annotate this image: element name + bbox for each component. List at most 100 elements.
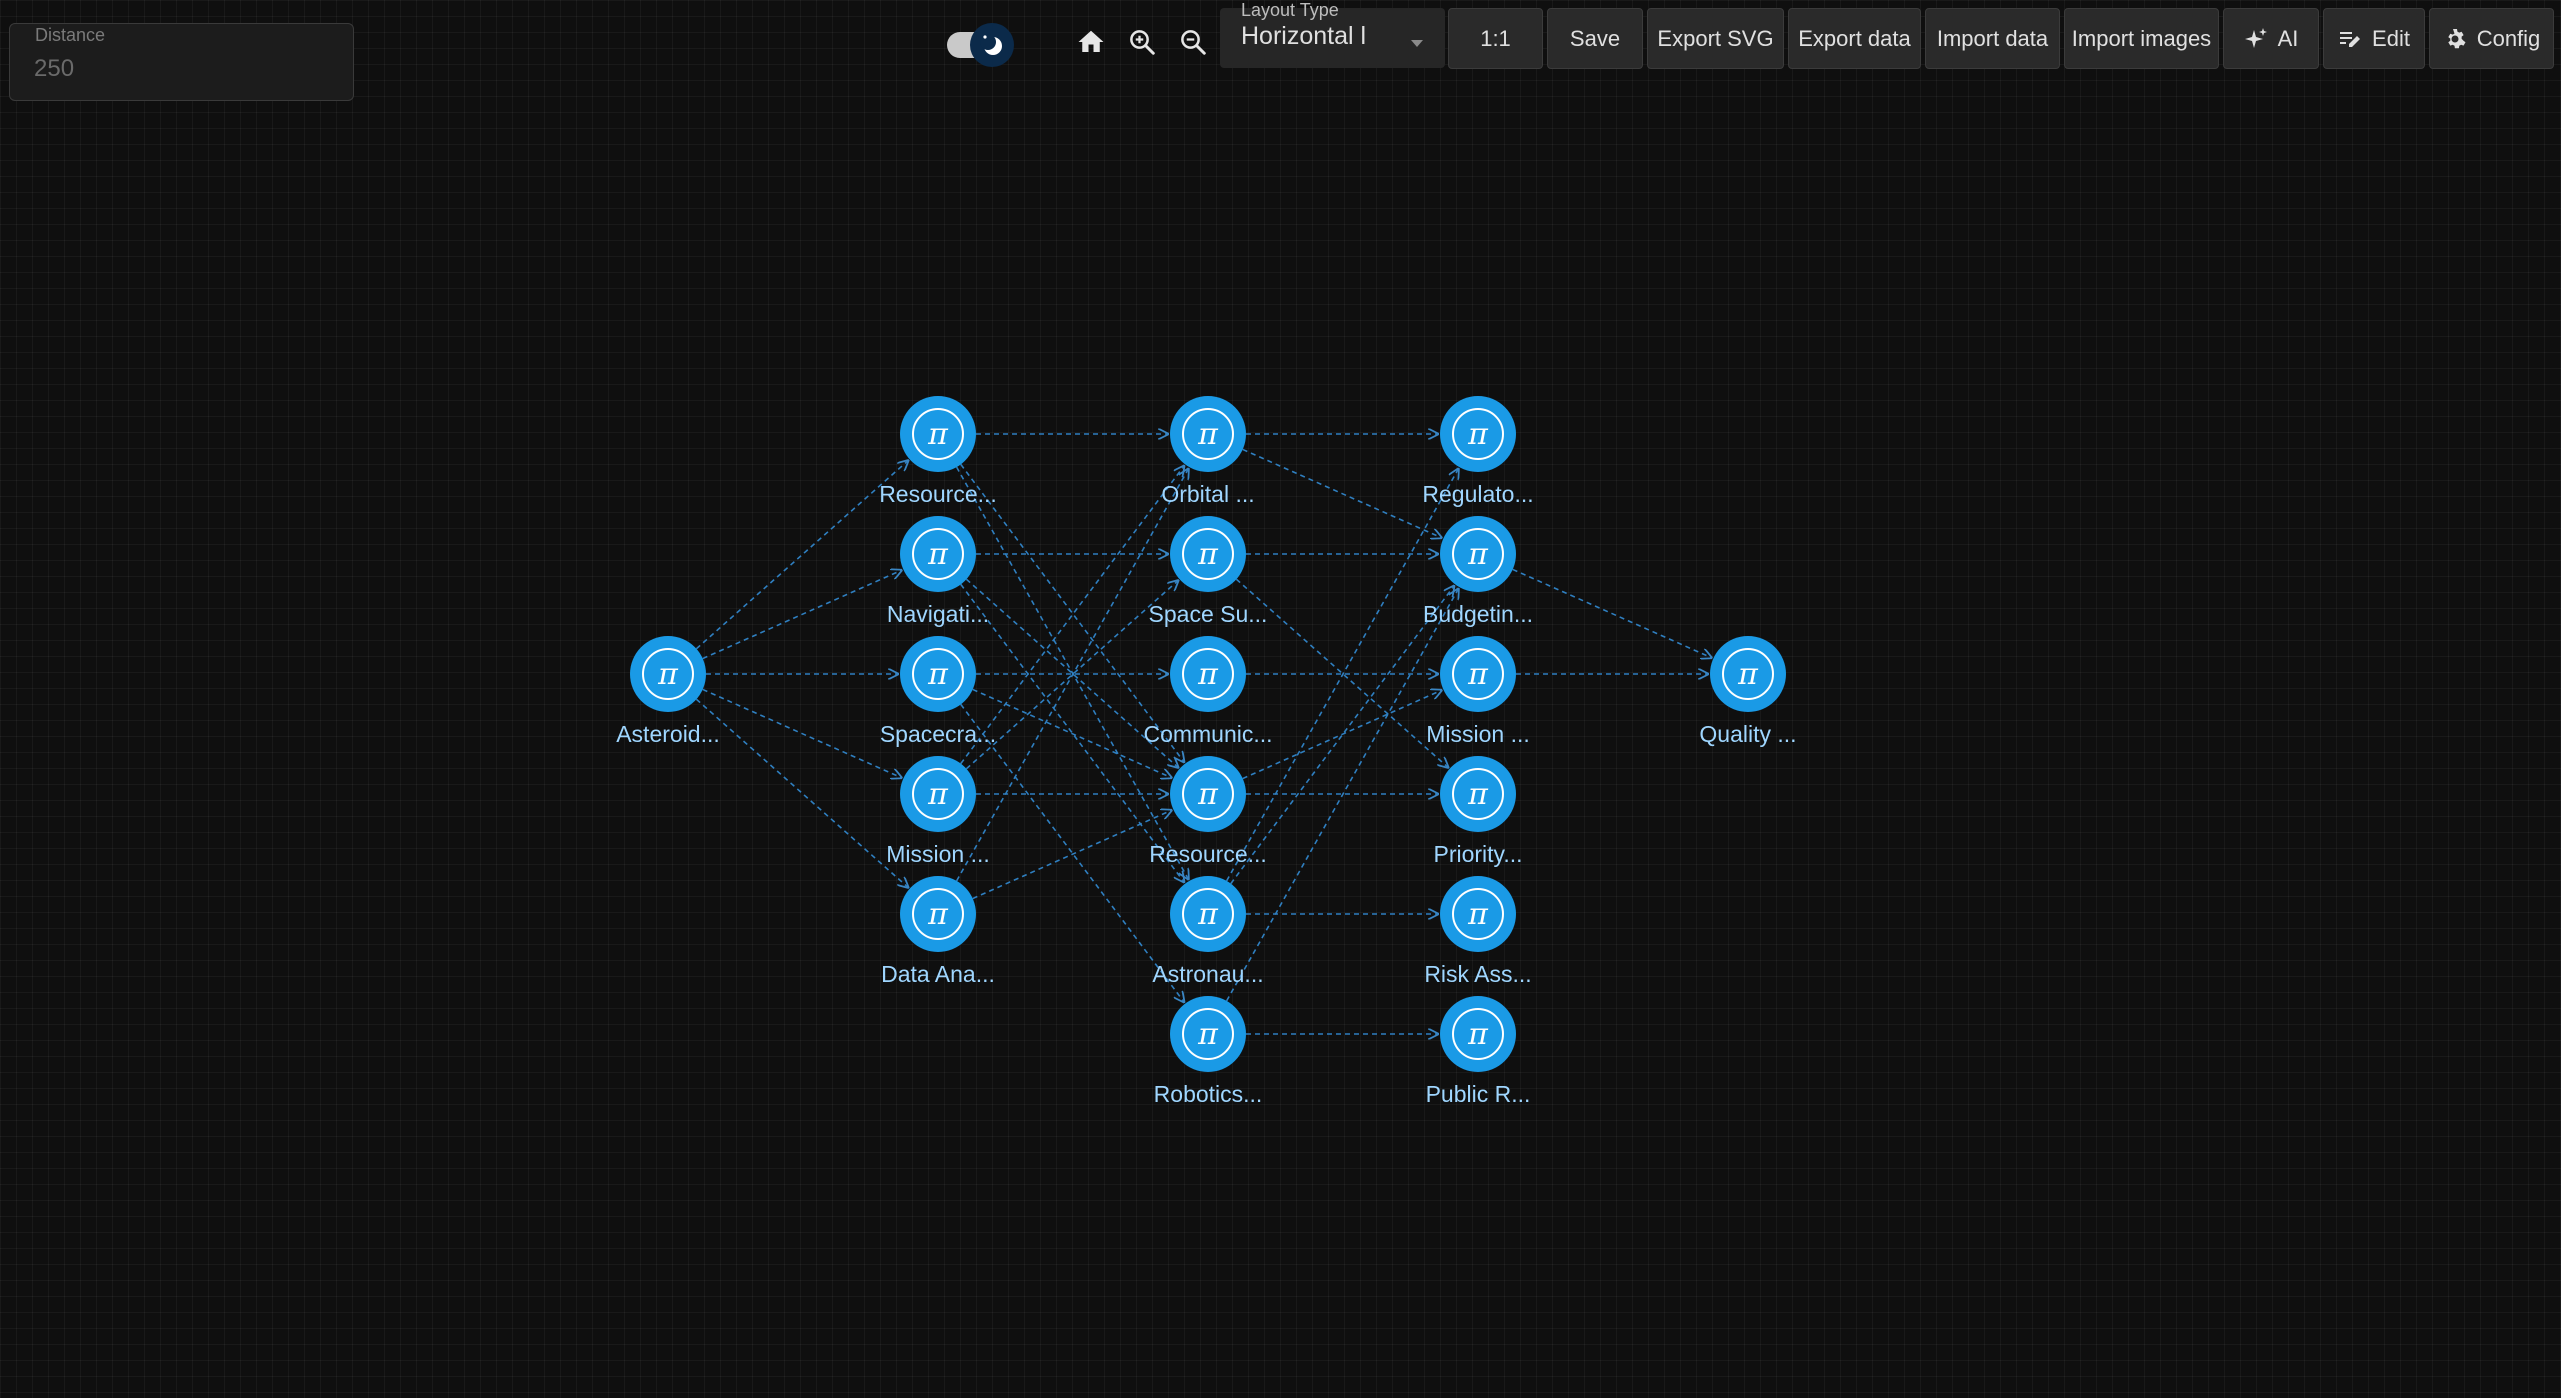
- node-label: Resource...: [1149, 841, 1267, 867]
- graph-edge[interactable]: [695, 698, 908, 887]
- graph-svg: π Asteroid... π Resource... π Navigati... π Spa…: [616, 396, 1797, 1107]
- zoom-out-icon[interactable]: [1173, 22, 1213, 62]
- node-label: Space Su...: [1149, 601, 1268, 627]
- node-label: Priority...: [1433, 841, 1522, 867]
- graph-node[interactable]: π Space Su...: [1149, 516, 1268, 627]
- node-label: Astronau...: [1152, 961, 1263, 987]
- node-glyph: π: [1467, 777, 1489, 812]
- config-button[interactable]: Config: [2429, 8, 2554, 69]
- graph-edge[interactable]: [1225, 589, 1459, 1002]
- graph-edge[interactable]: [702, 688, 902, 777]
- home-icon[interactable]: [1071, 22, 1111, 62]
- graph-node[interactable]: π Astronau...: [1152, 876, 1264, 987]
- ai-button[interactable]: AI: [2223, 8, 2319, 69]
- export-svg-label: Export SVG: [1657, 25, 1774, 51]
- edit-button[interactable]: Edit: [2323, 8, 2425, 69]
- node-glyph: π: [1197, 417, 1219, 452]
- graph-node[interactable]: π Risk Ass...: [1424, 876, 1532, 987]
- zoom-in-icon[interactable]: [1122, 22, 1162, 62]
- node-label: Public R...: [1426, 1081, 1531, 1107]
- node-glyph: π: [1467, 657, 1489, 692]
- chevron-down-icon: [1411, 40, 1423, 47]
- node-glyph: π: [1197, 777, 1219, 812]
- theme-toggle[interactable]: [944, 20, 1018, 68]
- graph-node[interactable]: π Regulato...: [1422, 396, 1534, 507]
- export-data-button[interactable]: Export data: [1788, 8, 1921, 69]
- node-glyph: π: [1467, 537, 1489, 572]
- graph-edge[interactable]: [972, 688, 1172, 777]
- node-label: Communic...: [1143, 721, 1272, 747]
- node-glyph: π: [1197, 657, 1219, 692]
- distance-field[interactable]: Distance: [9, 23, 354, 101]
- node-glyph: π: [1467, 897, 1489, 932]
- import-data-button[interactable]: Import data: [1925, 8, 2060, 69]
- nodes-layer: π Asteroid... π Resource... π Navigati... π Spa…: [616, 396, 1797, 1107]
- import-data-label: Import data: [1936, 25, 2049, 51]
- node-label: Regulato...: [1422, 481, 1533, 507]
- import-images-button[interactable]: Import images: [2064, 8, 2219, 69]
- graph-node[interactable]: π Asteroid...: [616, 636, 720, 747]
- ai-label: AI: [2277, 25, 2299, 51]
- graph-canvas[interactable]: π Asteroid... π Resource... π Navigati... π Spa…: [0, 0, 2561, 1398]
- node-glyph: π: [1467, 417, 1489, 452]
- gear-icon: [2448, 28, 2466, 48]
- distance-label: Distance: [35, 25, 106, 45]
- sparkle-icon: [2244, 27, 2267, 48]
- edit-icon: [2340, 31, 2361, 47]
- graph-node[interactable]: π Public R...: [1426, 996, 1531, 1107]
- node-label: Mission ...: [886, 841, 990, 867]
- graph-node[interactable]: π Mission ...: [886, 756, 990, 867]
- save-label: Save: [1569, 25, 1621, 51]
- moon-icon: [970, 23, 1014, 67]
- graph-node[interactable]: π Priority...: [1433, 756, 1523, 867]
- node-label: Orbital ...: [1161, 481, 1254, 507]
- node-glyph: π: [927, 777, 949, 812]
- node-glyph: π: [927, 417, 949, 452]
- layout-type-value: Horizontal l: [1241, 22, 1367, 50]
- reset-zoom-button[interactable]: 1:1: [1448, 8, 1543, 69]
- node-glyph: π: [927, 657, 949, 692]
- graph-edge[interactable]: [1242, 448, 1442, 537]
- node-label: Quality ...: [1699, 721, 1796, 747]
- graph-edge[interactable]: [695, 461, 908, 650]
- node-glyph: π: [1197, 897, 1219, 932]
- reset-zoom-label: 1:1: [1480, 25, 1511, 51]
- node-glyph: π: [927, 897, 949, 932]
- layout-type-select[interactable]: Layout Type Horizontal l: [1220, 0, 1445, 68]
- node-label: Risk Ass...: [1424, 961, 1531, 987]
- node-label: Mission ...: [1426, 721, 1530, 747]
- graph-node[interactable]: π Robotics...: [1154, 996, 1263, 1107]
- export-svg-button[interactable]: Export SVG: [1647, 8, 1784, 69]
- graph-node[interactable]: π Communic...: [1143, 636, 1273, 747]
- config-label: Config: [2476, 25, 2541, 51]
- distance-input[interactable]: [34, 52, 334, 86]
- node-label: Robotics...: [1154, 1081, 1263, 1107]
- graph-edge[interactable]: [955, 469, 1189, 882]
- node-label: Asteroid...: [616, 721, 720, 747]
- node-label: Budgetin...: [1423, 601, 1533, 627]
- node-glyph: π: [1197, 1017, 1219, 1052]
- graph-node[interactable]: π Spacecra...: [880, 636, 996, 747]
- graph-edge[interactable]: [702, 570, 902, 660]
- graph-node[interactable]: π Data Ana...: [881, 876, 995, 987]
- node-glyph: π: [1737, 657, 1759, 692]
- graph-node[interactable]: π Mission ...: [1426, 636, 1530, 747]
- graph-edge[interactable]: [972, 810, 1172, 900]
- import-images-label: Import images: [2071, 25, 2212, 51]
- graph-node[interactable]: π Orbital ...: [1161, 396, 1255, 507]
- graph-node[interactable]: π Resource...: [1149, 756, 1267, 867]
- graph-node[interactable]: π Quality ...: [1699, 636, 1797, 747]
- node-label: Spacecra...: [880, 721, 996, 747]
- graph-node[interactable]: π Resource...: [879, 396, 997, 507]
- node-glyph: π: [1467, 1017, 1489, 1052]
- node-glyph: π: [657, 657, 679, 692]
- export-data-label: Export data: [1798, 25, 1911, 51]
- graph-edge[interactable]: [1512, 568, 1712, 657]
- node-label: Data Ana...: [881, 961, 995, 987]
- save-button[interactable]: Save: [1547, 8, 1643, 69]
- node-label: Navigati...: [887, 601, 989, 627]
- node-glyph: π: [927, 537, 949, 572]
- edit-label: Edit: [2372, 25, 2410, 51]
- node-label: Resource...: [879, 481, 997, 507]
- graph-node[interactable]: π Navigati...: [887, 516, 989, 627]
